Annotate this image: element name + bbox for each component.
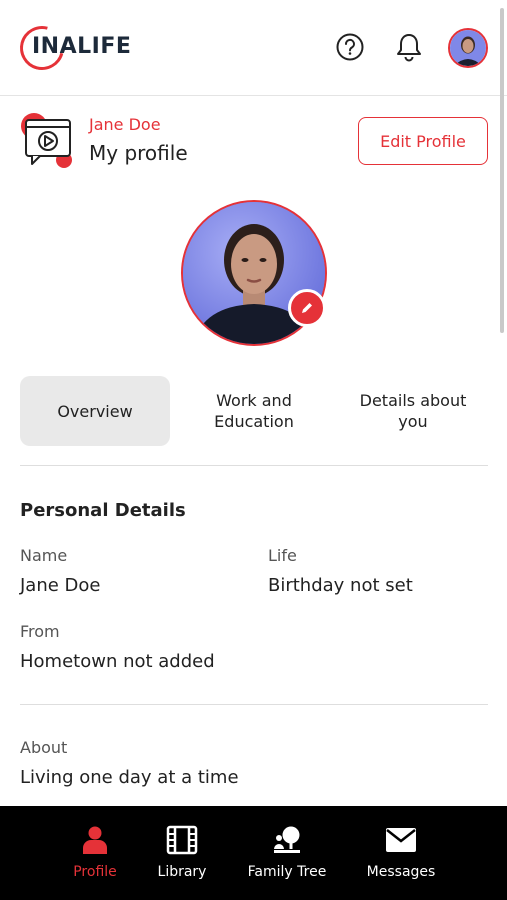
nav-profile-label: Profile (73, 864, 117, 880)
inalife-logo[interactable]: INALIFE (11, 17, 132, 79)
scrollbar[interactable] (500, 8, 504, 333)
name-label: Name (20, 546, 68, 565)
tab-details-about-you[interactable]: Details about you (338, 376, 488, 446)
tab-work-and-education[interactable]: Work and Education (180, 376, 328, 446)
edit-avatar-button[interactable] (288, 289, 326, 327)
bottom-navigation: Profile Library Family Tree Messages (0, 806, 507, 900)
nav-messages[interactable]: Messages (355, 806, 447, 900)
profile-header: Jane Doe My profile Edit Profile (20, 110, 490, 174)
film-icon (166, 825, 198, 855)
nav-family-tree-label: Family Tree (247, 864, 327, 880)
video-chat-icon (20, 112, 78, 170)
nav-library[interactable]: Library (142, 806, 222, 900)
divider (20, 465, 488, 466)
app-header: INALIFE (0, 0, 507, 96)
logo-text: INALIFE (32, 34, 132, 59)
nav-messages-label: Messages (366, 864, 436, 880)
life-value: Birthday not set (268, 575, 413, 596)
pencil-icon (302, 303, 312, 313)
edit-profile-button[interactable]: Edit Profile (358, 117, 488, 165)
bell-icon[interactable] (394, 32, 424, 62)
tab-overview[interactable]: Overview (20, 376, 170, 446)
divider (20, 704, 488, 705)
question-circle-icon[interactable] (335, 32, 365, 62)
envelope-icon (385, 825, 417, 855)
from-value: Hometown not added (20, 651, 215, 672)
name-value: Jane Doe (20, 575, 101, 596)
page-title: My profile (89, 141, 188, 165)
nav-library-label: Library (157, 864, 207, 880)
nav-family-tree[interactable]: Family Tree (237, 806, 337, 900)
about-value: Living one day at a time (20, 767, 239, 788)
life-label: Life (268, 546, 297, 565)
profile-user-name: Jane Doe (89, 115, 161, 134)
profile-tabs: Overview Work and Education Details abou… (20, 376, 488, 446)
from-label: From (20, 622, 60, 641)
family-tree-icon (272, 825, 302, 855)
header-avatar[interactable] (448, 28, 488, 68)
about-label: About (20, 738, 68, 757)
person-icon (82, 825, 108, 855)
personal-details-title: Personal Details (20, 500, 186, 521)
nav-profile[interactable]: Profile (55, 806, 135, 900)
